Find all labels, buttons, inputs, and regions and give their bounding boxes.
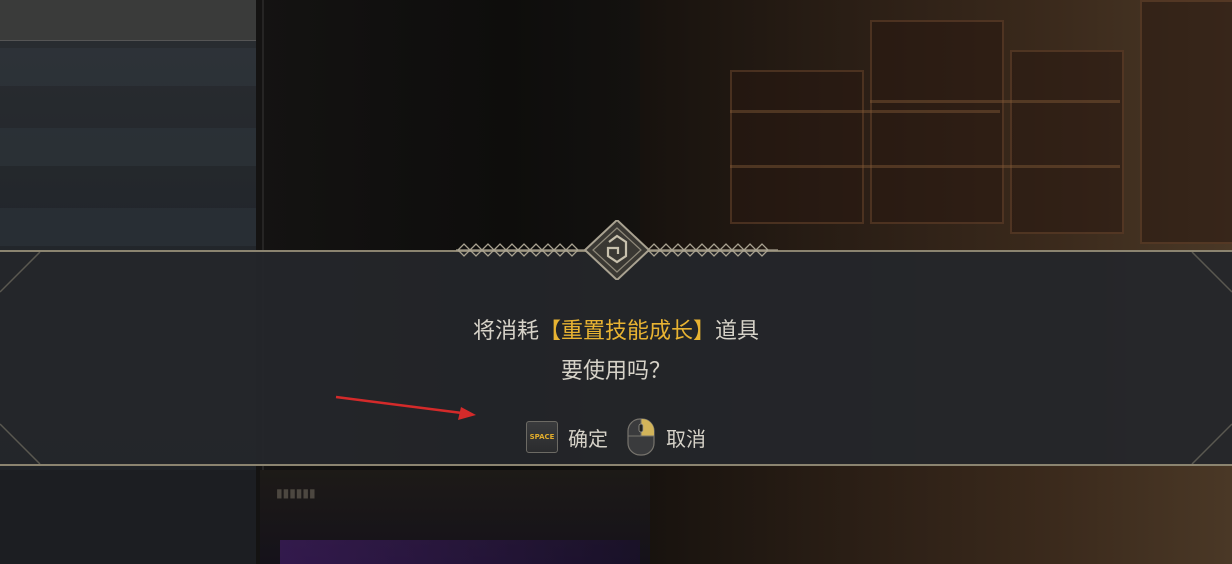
background-shelf (1010, 50, 1124, 234)
background-left-stripe (0, 128, 256, 166)
red-arrow-icon (335, 395, 476, 420)
message-suffix: 道具 (715, 319, 760, 344)
cancel-button[interactable]: 取消 (626, 418, 706, 456)
confirm-button[interactable]: SPACE 确定 (526, 421, 608, 453)
background-shelf-board (730, 165, 1120, 168)
ornament-emblem-icon (456, 220, 778, 280)
mouse-right-click-icon (627, 418, 655, 456)
background-left-lower (0, 470, 256, 564)
dialog-message-line1: 将消耗【重置技能成长】道具 (0, 312, 1232, 352)
background-shelf-board (730, 110, 1000, 113)
background-purple-bar (280, 540, 640, 564)
background-shelf-board (870, 100, 1120, 103)
cancel-label: 取消 (666, 426, 706, 451)
game-screen: ▮▮▮▮▮▮ 将消耗【重置技能成长】道具 要使用吗？ SPACE 确定 取消 (0, 0, 1232, 564)
dialog-message: 将消耗【重置技能成长】道具 要使用吗？ (0, 312, 1232, 392)
confirm-label: 确定 (568, 426, 608, 451)
space-key-icon: SPACE (526, 421, 558, 453)
background-left-stripe (0, 48, 256, 86)
dialog-message-line2: 要使用吗？ (560, 359, 671, 384)
item-name: 【重置技能成长】 (538, 319, 715, 344)
background-shelf (730, 70, 864, 224)
message-prefix: 将消耗 (472, 319, 539, 344)
dialog-actions: SPACE 确定 取消 (526, 418, 706, 456)
background-left-stripe (0, 208, 256, 246)
background-lower-text: ▮▮▮▮▮▮ (276, 486, 316, 500)
background-shelf (1140, 0, 1232, 244)
background-left-header (0, 0, 256, 41)
background-shelf (870, 20, 1004, 224)
